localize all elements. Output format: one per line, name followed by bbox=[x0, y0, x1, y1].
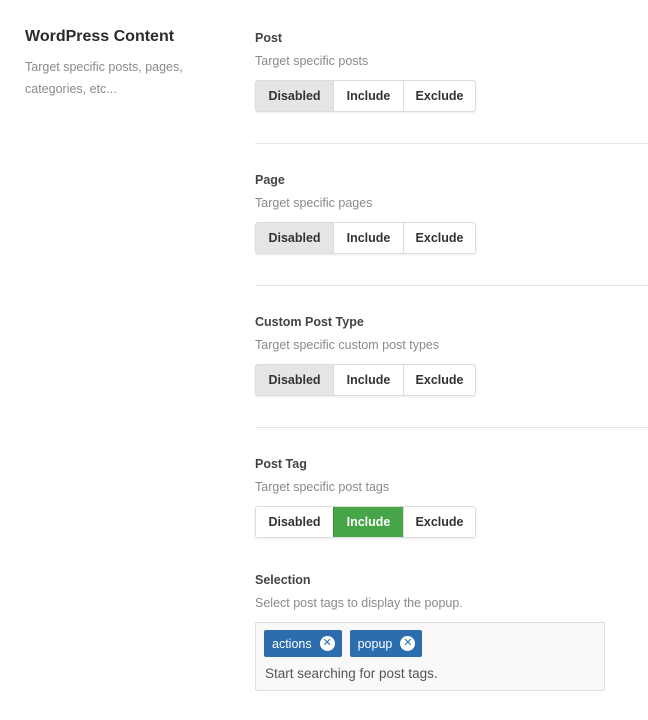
divider bbox=[255, 285, 648, 286]
field-custom-post-type: Custom Post Type Target specific custom … bbox=[255, 314, 648, 396]
tag-search-input[interactable] bbox=[265, 666, 585, 681]
field-help: Target specific posts bbox=[255, 54, 369, 68]
post-exclude-button[interactable]: Exclude bbox=[403, 81, 475, 111]
field-label: Post Tag bbox=[255, 457, 307, 471]
field-label: Selection bbox=[255, 573, 311, 587]
section-description: Target specific posts, pages, categories… bbox=[25, 60, 183, 96]
field-selection: Selection Select post tags to display th… bbox=[255, 572, 648, 611]
field-help: Target specific pages bbox=[255, 196, 373, 210]
custom-post-type-include-button[interactable]: Include bbox=[333, 365, 403, 395]
tag-label: actions bbox=[272, 636, 312, 651]
field-help: Target specific custom post types bbox=[255, 338, 440, 352]
field-post: Post Target specific posts Disabled Incl… bbox=[255, 30, 648, 112]
field-help: Target specific post tags bbox=[255, 480, 390, 494]
post-tag-disabled-button[interactable]: Disabled bbox=[256, 507, 333, 537]
custom-post-type-exclude-button[interactable]: Exclude bbox=[403, 365, 475, 395]
page-include-button[interactable]: Include bbox=[333, 223, 403, 253]
custom-post-type-toggle-group: Disabled Include Exclude bbox=[255, 364, 476, 396]
post-disabled-button[interactable]: Disabled bbox=[256, 81, 333, 111]
remove-circle-icon[interactable]: ✕ bbox=[400, 636, 416, 651]
divider bbox=[255, 427, 648, 428]
field-post-tag: Post Tag Target specific post tags Disab… bbox=[255, 456, 648, 538]
tag-select-box[interactable]: actions ✕ popup ✕ bbox=[255, 622, 605, 691]
page-exclude-button[interactable]: Exclude bbox=[403, 223, 475, 253]
tag-label: popup bbox=[357, 636, 393, 651]
page-disabled-button[interactable]: Disabled bbox=[256, 223, 333, 253]
divider bbox=[255, 143, 648, 144]
tag-chip: popup ✕ bbox=[349, 630, 423, 657]
tag-chip: actions ✕ bbox=[264, 630, 342, 657]
field-label: Custom Post Type bbox=[255, 315, 364, 329]
section-title: WordPress Content bbox=[25, 28, 175, 45]
custom-post-type-disabled-button[interactable]: Disabled bbox=[256, 365, 333, 395]
selected-tags: actions ✕ popup ✕ bbox=[264, 630, 423, 657]
field-label: Page bbox=[255, 173, 285, 187]
post-include-button[interactable]: Include bbox=[333, 81, 403, 111]
field-help: Select post tags to display the popup. bbox=[255, 596, 463, 610]
field-label: Post bbox=[255, 31, 283, 45]
post-tag-include-button[interactable]: Include bbox=[333, 507, 403, 537]
field-page: Page Target specific pages Disabled Incl… bbox=[255, 172, 648, 254]
remove-circle-icon[interactable]: ✕ bbox=[319, 636, 335, 651]
section-header: WordPress Content Target specific posts,… bbox=[25, 28, 225, 100]
post-tag-toggle-group: Disabled Include Exclude bbox=[255, 506, 476, 538]
post-tag-exclude-button[interactable]: Exclude bbox=[403, 507, 475, 537]
post-toggle-group: Disabled Include Exclude bbox=[255, 80, 476, 112]
page-toggle-group: Disabled Include Exclude bbox=[255, 222, 476, 254]
